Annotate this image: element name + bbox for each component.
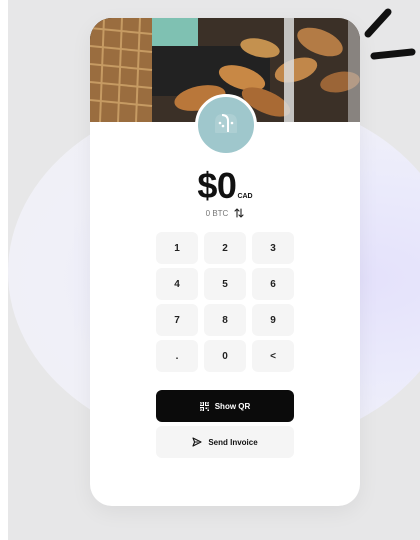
numeric-keypad: 1 2 3 4 5 6 7 8 9 . 0 < [156,232,294,372]
payment-card: $0 CAD 0 BTC 1 2 3 4 5 6 7 8 9 . 0 < Sho… [90,18,360,506]
key-3[interactable]: 3 [252,232,294,264]
send-icon [192,437,202,447]
background-stage: $0 CAD 0 BTC 1 2 3 4 5 6 7 8 9 . 0 < Sho… [8,0,420,540]
key-5[interactable]: 5 [204,268,246,300]
key-4[interactable]: 4 [156,268,198,300]
decorative-swoosh [364,8,416,60]
key-8[interactable]: 8 [204,304,246,336]
amount-value: $0 [197,165,237,206]
key-1[interactable]: 1 [156,232,198,264]
show-qr-label: Show QR [214,401,251,411]
merchant-logo [195,94,257,156]
btc-amount: 0 BTC [205,208,229,218]
key-9[interactable]: 9 [252,304,294,336]
secondary-amount-row: 0 BTC [90,208,360,218]
key-7[interactable]: 7 [156,304,198,336]
qr-code-icon [199,401,209,411]
swap-vertical-icon[interactable] [234,208,244,218]
key-2[interactable]: 2 [204,232,246,264]
key-0[interactable]: 0 [204,340,246,372]
key-6[interactable]: 6 [252,268,294,300]
currency-code: CAD [237,193,253,200]
send-invoice-label: Send Invoice [208,437,258,447]
key-backspace[interactable]: < [252,340,294,372]
send-invoice-button[interactable]: Send Invoice [156,426,294,458]
key-decimal[interactable]: . [156,340,198,372]
amount-display: $0 CAD [90,168,360,204]
bread-loaf-icon [213,112,239,139]
show-qr-button[interactable]: Show QR [156,390,294,422]
